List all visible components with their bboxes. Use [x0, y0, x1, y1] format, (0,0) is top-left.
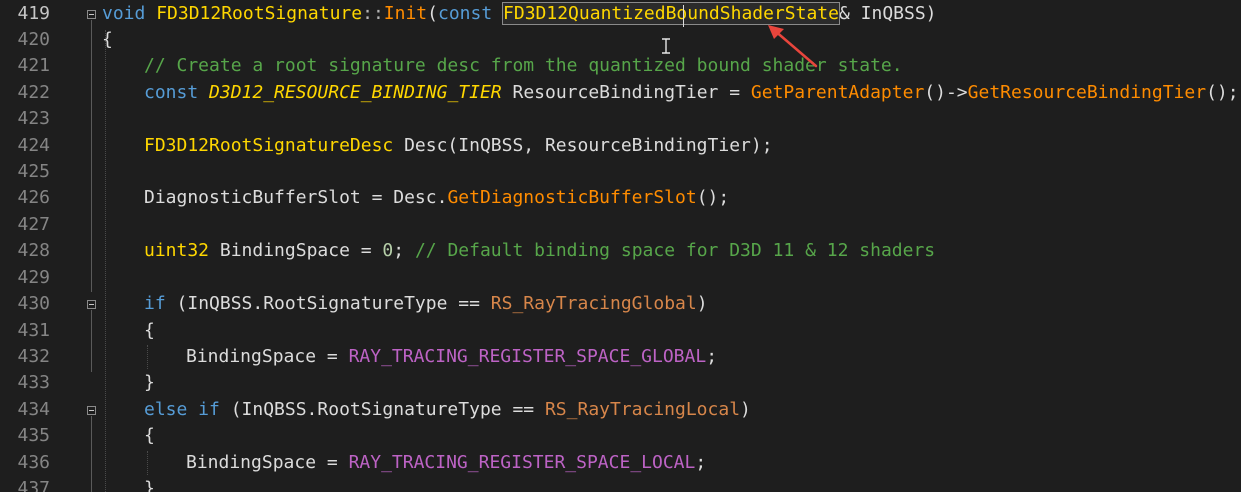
paren: ) — [696, 293, 708, 314]
terminator: (); — [1206, 82, 1239, 103]
line-number: 431 — [17, 320, 50, 341]
text-caret — [683, 5, 684, 27]
type-name: uint32 — [144, 240, 210, 261]
comment: // Default binding space for D3D 11 & 12… — [414, 240, 936, 261]
brace: { — [102, 29, 113, 50]
operator: ()-> — [924, 82, 968, 103]
statement: BindingSpace = — [186, 346, 349, 367]
fold-toggle-icon[interactable] — [87, 300, 96, 309]
line-number: 426 — [17, 187, 50, 208]
code-line-428[interactable]: uint32 BindingSpace = 0; // Default bind… — [144, 238, 935, 264]
brace: { — [144, 425, 155, 446]
macro: RAY_TRACING_REGISTER_SPACE_LOCAL — [348, 452, 696, 473]
brace: } — [144, 478, 155, 492]
paren: ) — [740, 399, 751, 420]
method-name: Init — [383, 3, 428, 24]
line-number: 436 — [17, 452, 50, 473]
brace: { — [144, 320, 155, 341]
param-rest: & InQBSS) — [838, 3, 937, 24]
function-call: GetDiagnosticBufferSlot — [447, 187, 697, 208]
fold-guide-line — [91, 310, 92, 372]
indent-guide — [147, 451, 148, 475]
code-line-436[interactable]: BindingSpace = RAY_TRACING_REGISTER_SPAC… — [186, 450, 706, 476]
code-line-430[interactable]: if (InQBSS.RootSignatureType == RS_RayTr… — [144, 291, 708, 317]
keyword: const — [438, 3, 493, 24]
line-number: 428 — [17, 240, 50, 261]
line-number: 437 — [17, 478, 50, 492]
code-line-420[interactable]: { — [102, 27, 113, 53]
brace: } — [144, 372, 155, 393]
type-name: D3D12_RESOURCE_BINDING_TIER — [209, 82, 502, 103]
keyword: else if — [144, 399, 220, 420]
indent-guide — [147, 345, 148, 369]
fold-guide-line — [91, 416, 92, 492]
line-number: 429 — [17, 267, 50, 288]
paren: ( — [427, 3, 438, 24]
line-number: 422 — [17, 82, 50, 103]
line-number: 419 — [17, 3, 50, 24]
fold-toggle-icon[interactable] — [87, 406, 96, 415]
code-line-435[interactable]: { — [144, 423, 155, 449]
statement: DiagnosticBufferSlot = Desc. — [144, 187, 448, 208]
class-name: FD3D12RootSignature — [156, 3, 363, 24]
code-line-431[interactable]: { — [144, 318, 155, 344]
line-number: 424 — [17, 135, 50, 156]
enum-value: RS_RayTracingLocal — [544, 399, 741, 420]
keyword: void — [102, 3, 146, 24]
enum-value: RS_RayTracingGlobal — [490, 293, 697, 314]
line-number: 433 — [17, 372, 50, 393]
text-cursor-icon — [662, 38, 670, 54]
function-call: GetParentAdapter — [750, 82, 925, 103]
condition: (InQBSS.RootSignatureType == — [165, 293, 491, 314]
code-line-433[interactable]: } — [144, 370, 155, 396]
line-number: 427 — [17, 214, 50, 235]
line-number: 421 — [17, 55, 50, 76]
fold-toggle-icon[interactable] — [87, 10, 96, 19]
function-call: GetResourceBindingTier — [967, 82, 1207, 103]
keyword: if — [144, 293, 166, 314]
fold-guide-line — [91, 20, 92, 292]
line-number-gutter: 419 420 421 422 423 424 425 426 427 428 … — [0, 0, 64, 492]
code-line-422[interactable]: const D3D12_RESOURCE_BINDING_TIER Resour… — [144, 80, 1239, 106]
line-number: 432 — [17, 346, 50, 367]
code-editor[interactable]: 419 420 421 422 423 424 425 426 427 428 … — [0, 0, 1241, 492]
code-line-432[interactable]: BindingSpace = RAY_TRACING_REGISTER_SPAC… — [186, 344, 717, 370]
macro: RAY_TRACING_REGISTER_SPACE_GLOBAL — [348, 346, 707, 367]
line-number: 430 — [17, 293, 50, 314]
statement: Desc(InQBSS, ResourceBindingTier); — [393, 135, 773, 156]
code-line-437[interactable]: } — [144, 476, 155, 492]
number-literal: 0 — [382, 240, 394, 261]
line-number: 425 — [17, 161, 50, 182]
terminator: ; — [706, 346, 718, 367]
condition: (InQBSS.RootSignatureType == — [219, 399, 545, 420]
code-line-434[interactable]: else if (InQBSS.RootSignatureType == RS_… — [144, 397, 751, 423]
variable-decl: ResourceBindingTier = — [501, 82, 751, 103]
keyword: const — [144, 82, 199, 103]
terminator: ; — [393, 240, 415, 261]
line-number: 434 — [17, 399, 50, 420]
terminator: (); — [696, 187, 730, 208]
statement: BindingSpace = — [209, 240, 383, 261]
line-number: 420 — [17, 29, 50, 50]
line-number: 423 — [17, 108, 50, 129]
statement: BindingSpace = — [186, 452, 349, 473]
terminator: ; — [695, 452, 707, 473]
code-line-424[interactable]: FD3D12RootSignatureDesc Desc(InQBSS, Res… — [144, 133, 773, 159]
indent-guide — [105, 30, 106, 492]
scope-operator: :: — [362, 3, 384, 24]
annotation-arrow-icon — [768, 25, 818, 68]
type-name: FD3D12RootSignatureDesc — [144, 135, 394, 156]
code-line-426[interactable]: DiagnosticBufferSlot = Desc.GetDiagnosti… — [144, 185, 729, 211]
line-number: 435 — [17, 425, 50, 446]
